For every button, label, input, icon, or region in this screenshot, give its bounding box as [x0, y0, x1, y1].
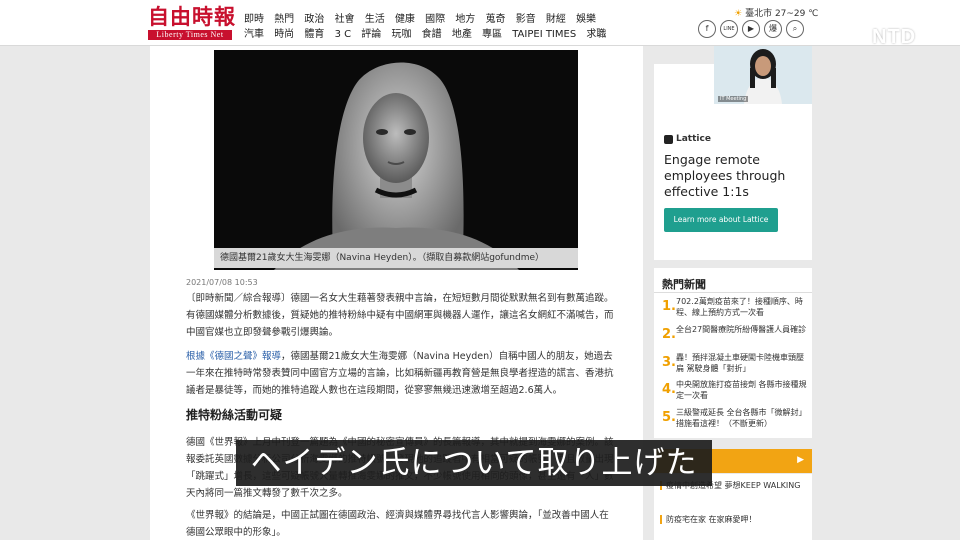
main-nav-row-1: 即時 熱門 政治 社會 生活 健康 國際 地方 蒐奇 影音 財經 娛樂 — [244, 10, 603, 25]
nav-item[interactable]: 財經 — [546, 14, 566, 25]
hot-news-item[interactable]: 3. 轟！預拌混凝土車硬闖卡陸機車頭壓扁 駕駛身體「對折」 — [662, 352, 808, 374]
nav-item[interactable]: TAIPEI TIMES — [512, 29, 576, 40]
hot-news-text: 全台27間醫療院所紛傳醫護人員確診 — [676, 325, 807, 334]
rank-number: 2. — [662, 327, 676, 342]
hot-news-item[interactable]: 2. 全台27間醫療院所紛傳醫護人員確診 — [662, 324, 808, 346]
video-label: IT Meeting — [718, 96, 749, 102]
nav-item[interactable]: 評論 — [361, 29, 381, 40]
ad-brand-name: Lattice — [676, 134, 711, 144]
nav-item[interactable]: 玩咖 — [391, 29, 411, 40]
bullet-bar — [660, 515, 662, 524]
line-icon[interactable]: LINE — [720, 20, 738, 38]
nav-item[interactable]: 即時 — [244, 14, 264, 25]
site-header: 自由時報 Liberty Times Net 即時 熱門 政治 社會 生活 健康… — [0, 0, 960, 48]
hot-news-title: 熱門新聞 — [662, 278, 706, 291]
nav-item[interactable]: 體育 — [304, 29, 324, 40]
photo-caption: 德國基爾21歲女大生海雯娜（Navina Heyden）。（擷取自募款網站gof… — [214, 248, 578, 268]
article-photo — [214, 50, 578, 270]
nav-item[interactable]: 專區 — [482, 29, 502, 40]
site-logo[interactable]: 自由時報 Liberty Times Net — [148, 4, 236, 40]
hot-news-panel: 熱門新聞 1. 702.2萬劑疫苗來了！接種順序、時程、線上預約方式一次看 2.… — [654, 268, 812, 438]
source-link[interactable]: 根據《德國之聲》報導 — [186, 351, 281, 362]
search-icon[interactable]: ⌕ — [786, 20, 804, 38]
nav-item[interactable]: 地產 — [452, 29, 472, 40]
nav-item[interactable]: 國際 — [425, 14, 445, 25]
nav-item[interactable]: 食譜 — [422, 29, 442, 40]
youtube-icon[interactable]: ▶ — [742, 20, 760, 38]
portrait-image — [214, 50, 578, 270]
ad-cta-button[interactable]: Learn more about Lattice — [664, 208, 778, 232]
ad-brand: Lattice — [664, 134, 711, 144]
video-call-thumbnail: IT Meeting — [714, 46, 812, 104]
nav-item[interactable]: 3 C — [335, 29, 352, 40]
nav-item[interactable]: 求職 — [586, 29, 606, 40]
nav-item[interactable]: 時尚 — [274, 29, 294, 40]
divider — [654, 292, 812, 293]
facebook-icon[interactable]: f — [698, 20, 716, 38]
hot-news-item[interactable]: 4. 中央開放施打疫苗接劑 各縣市接種規定一次看 — [662, 379, 808, 401]
article-paragraph: 〔即時新聞／綜合報導〕德國一名女大生藉著發表親中言論，在短短數月間從默默無名到有… — [186, 293, 614, 338]
rank-number: 3. — [662, 355, 676, 370]
hot-news-text: 702.2萬劑疫苗來了！接種順序、時程、線上預約方式一次看 — [676, 297, 803, 317]
nav-item[interactable]: 社會 — [335, 14, 355, 25]
rank-number: 1. — [662, 299, 676, 314]
broadcaster-watermark: NTD — [872, 26, 917, 48]
nav-item[interactable]: 娛樂 — [576, 14, 596, 25]
nav-item[interactable]: 汽車 — [244, 29, 264, 40]
publish-date: 2021/07/08 10:53 — [186, 278, 258, 287]
article-paragraph: 《世界報》的結論是，中國正試圖在德國政治、經濟與媒體界尋找代言人影響輿論，「並改… — [186, 510, 609, 538]
hot-news-item[interactable]: 1. 702.2萬劑疫苗來了！接種順序、時程、線上預約方式一次看 — [662, 296, 808, 318]
nav-item[interactable]: 地方 — [455, 14, 475, 25]
hot-news-text: 中央開放施打疫苗接劑 各縣市接種規定一次看 — [676, 380, 807, 400]
lattice-logo-icon — [664, 134, 673, 144]
rank-number: 5. — [662, 410, 676, 425]
chevron-right-icon: ▶ — [797, 455, 804, 465]
sun-cloud-icon: ☀ — [734, 9, 743, 19]
hot-news-item[interactable]: 5. 三級警戒延長 全台各縣市「微解封」措施看這裡！（不斷更新） — [662, 407, 808, 429]
main-nav-row-2: 汽車 時尚 體育 3 C 評論 玩咖 食譜 地產 專區 TAIPEI TIMES… — [244, 25, 613, 40]
article-paragraph: 根據《德國之聲》報導，德國基爾21歲女大生海雯娜（Navina Heyden）自… — [186, 348, 614, 399]
nav-item[interactable]: 政治 — [304, 14, 324, 25]
hot-news-text: 三級警戒延長 全台各縣市「微解封」措施看這裡！（不斷更新） — [676, 408, 807, 428]
nav-item[interactable]: 健康 — [395, 14, 415, 25]
section-heading: 推特粉絲活動可疑 — [186, 408, 283, 422]
nav-item[interactable]: 熱門 — [274, 14, 294, 25]
video-subtitle: ヘイデン氏について取り上げた — [236, 440, 712, 486]
nav-item[interactable]: 蒐奇 — [486, 14, 506, 25]
related-item-text: 防疫宅在家 在家麻愛呷！ — [666, 515, 757, 524]
rank-number: 4. — [662, 382, 676, 397]
related-item[interactable]: 防疫宅在家 在家麻愛呷！ — [660, 514, 808, 526]
nav-item[interactable]: 影音 — [516, 14, 536, 25]
weather-text: 臺北市 27~29 ℃ — [745, 9, 819, 19]
logo-chinese: 自由時報 — [148, 4, 236, 29]
social-links: f LINE ▶ 爆 ⌕ — [698, 20, 804, 38]
nav-item[interactable]: 生活 — [365, 14, 385, 25]
ad-headline: Engage remote employees through effectiv… — [664, 152, 786, 199]
tipoff-icon[interactable]: 爆 — [764, 20, 782, 38]
hot-news-text: 轟！預拌混凝土車硬闖卡陸機車頭壓扁 駕駛身體「對折」 — [676, 353, 804, 373]
weather-widget[interactable]: ☀ 臺北市 27~29 ℃ — [734, 6, 818, 19]
logo-english: Liberty Times Net — [148, 30, 232, 40]
